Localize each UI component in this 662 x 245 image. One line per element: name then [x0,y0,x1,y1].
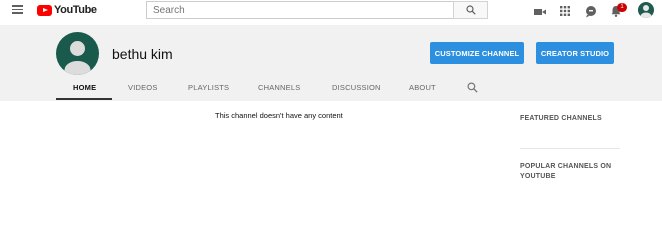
create-video-icon[interactable] [533,5,547,19]
masthead-actions: 1 [0,3,662,19]
featured-channels-heading: FEATURED CHANNELS [520,115,602,122]
tab-videos[interactable]: VIDEOS [128,83,158,92]
account-avatar[interactable] [638,2,654,18]
notification-badge: 1 [617,3,627,12]
customize-channel-button[interactable]: CUSTOMIZE CHANNEL [430,42,524,64]
user-silhouette-icon [640,5,652,18]
tab-home[interactable]: HOME [73,83,96,92]
tab-playlists[interactable]: PLAYLISTS [188,83,229,92]
channel-header: bethu kim CUSTOMIZE CHANNEL CREATOR STUD… [0,25,662,101]
active-tab-indicator [56,98,112,100]
apps-icon[interactable] [558,4,572,18]
empty-content-message: This channel doesn't have any content [215,111,343,120]
channel-tabs: HOME VIDEOS PLAYLISTS CHANNELS DISCUSSIO… [0,79,662,101]
sidebar-divider [520,148,620,149]
user-silhouette-icon [64,41,91,75]
messages-icon[interactable] [584,4,598,18]
creator-studio-button[interactable]: CREATOR STUDIO [536,42,614,64]
channel-name: bethu kim [112,46,173,62]
channel-avatar[interactable] [56,32,99,75]
channel-search-icon[interactable] [467,82,478,93]
tab-channels[interactable]: CHANNELS [258,83,300,92]
popular-channels-heading: POPULAR CHANNELS ON YOUTUBE [520,163,612,180]
tab-about[interactable]: ABOUT [409,83,436,92]
tab-discussion[interactable]: DISCUSSION [332,83,381,92]
